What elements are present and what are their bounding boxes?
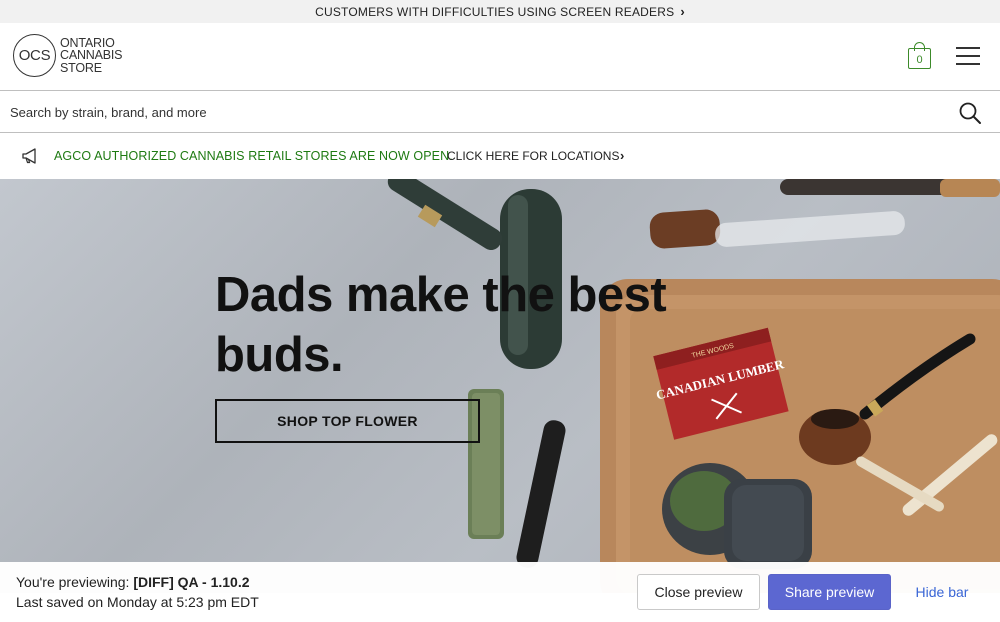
hamburger-menu-icon[interactable] (956, 45, 980, 65)
search-bar (0, 92, 1000, 133)
search-icon[interactable] (958, 101, 982, 125)
hero-title: Dads make the best buds. (215, 268, 667, 382)
store-locations-notice[interactable]: AGCO AUTHORIZED CANNABIS RETAIL STORES A… (0, 134, 1000, 179)
site-header: OCS ONTARIO CANNABIS STORE 0 (0, 23, 1000, 91)
close-preview-button[interactable]: Close preview (637, 574, 760, 610)
last-saved-text: Last saved on Monday at 5:23 pm EDT (16, 594, 259, 610)
previewing-info: You're previewing: [DIFF] QA - 1.10.2 (16, 574, 250, 590)
ocs-logo[interactable]: OCS ONTARIO CANNABIS STORE (13, 34, 123, 77)
logo-wordmark: ONTARIO CANNABIS STORE (60, 37, 123, 75)
hero-banner: CANADIAN LUMBER THE WOODS Dads make the … (0, 179, 1000, 593)
shop-top-flower-button[interactable]: SHOP TOP FLOWER (215, 399, 480, 443)
screen-reader-help-bar[interactable]: CUSTOMERS WITH DIFFICULTIES USING SCREEN… (0, 0, 1000, 23)
logo-mark: OCS (13, 34, 56, 77)
theme-name: [DIFF] QA - 1.10.2 (133, 574, 250, 590)
search-input[interactable] (0, 92, 940, 132)
chevron-right-icon: › (620, 148, 625, 163)
hero-product-photo: CANADIAN LUMBER THE WOODS (387, 179, 1000, 593)
cart-count: 0 (908, 48, 931, 69)
screen-reader-help-text[interactable]: CUSTOMERS WITH DIFFICULTIES USING SCREEN… (315, 5, 674, 19)
logo-line-cannabis: CANNABIS (60, 48, 123, 63)
previewing-label: You're previewing: (16, 574, 130, 590)
megaphone-icon (22, 148, 36, 164)
locations-link[interactable]: CLICK HERE FOR LOCATIONS (447, 149, 619, 163)
chevron-right-icon: › (680, 4, 685, 19)
logo-line-store: STORE (60, 60, 102, 75)
theme-preview-bar: You're previewing: [DIFF] QA - 1.10.2 La… (0, 562, 1000, 622)
cart-button[interactable]: 0 (908, 42, 932, 70)
notice-text: AGCO AUTHORIZED CANNABIS RETAIL STORES A… (54, 149, 453, 163)
hide-bar-button[interactable]: Hide bar (900, 574, 984, 610)
share-preview-button[interactable]: Share preview (768, 574, 891, 610)
